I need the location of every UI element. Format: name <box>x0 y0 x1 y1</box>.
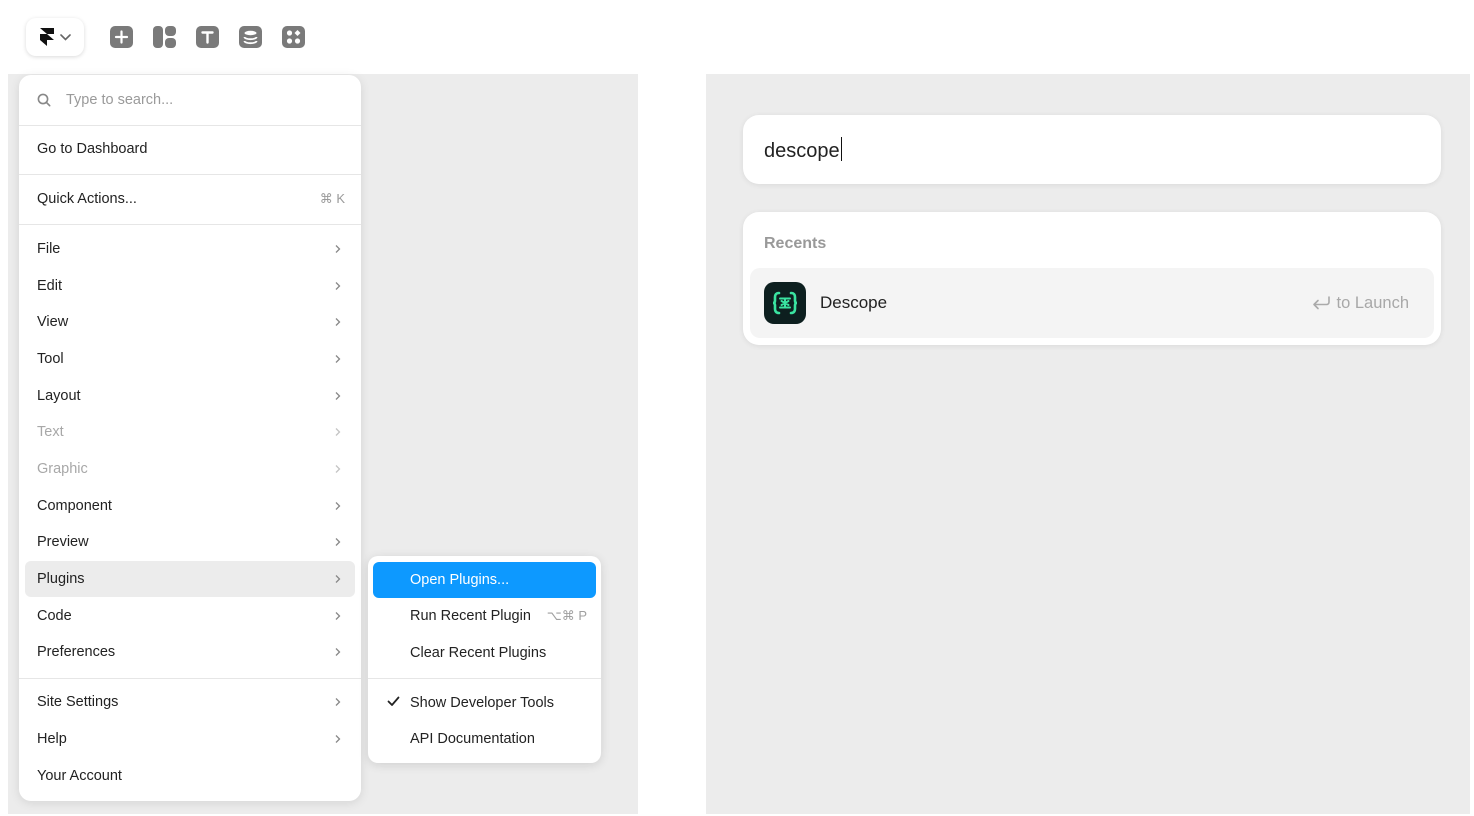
chevron-right-icon <box>335 502 341 510</box>
menu-item-code[interactable]: Code <box>25 598 355 634</box>
text-caret <box>840 136 843 161</box>
insert-icon[interactable] <box>110 26 133 48</box>
text-icon[interactable] <box>196 26 219 48</box>
menu-item-label: Code <box>37 608 72 624</box>
plugin-result-descope[interactable]: Descope to Launch <box>750 268 1434 338</box>
submenu-item-label: Clear Recent Plugins <box>410 645 547 661</box>
menu-item-go-to-dashboard[interactable]: Go to Dashboard <box>25 131 355 167</box>
framer-menu-button[interactable] <box>26 18 84 56</box>
menu-item-label: File <box>37 241 61 257</box>
chevron-right-icon <box>335 355 341 363</box>
launch-hint: to Launch <box>1311 294 1409 313</box>
submenu-item-show-developer-tools[interactable]: Show Developer Tools <box>373 685 596 721</box>
menu-item-quick-actions[interactable]: Quick Actions... ⌘ K <box>25 181 355 217</box>
menu-search-input[interactable] <box>64 91 328 109</box>
menu-item-your-account[interactable]: Your Account <box>25 758 355 794</box>
chevron-right-icon <box>335 735 341 743</box>
plugins-submenu: Open Plugins... Run Recent Plugin ⌥⌘ P C… <box>368 556 601 763</box>
menu-item-label: Tool <box>37 351 64 367</box>
framer-logo-icon <box>39 28 54 46</box>
chevron-right-icon <box>335 698 341 706</box>
canvas-area-right <box>706 74 1470 814</box>
menu-divider <box>19 174 361 175</box>
descope-app-icon <box>764 282 806 324</box>
menu-item-graphic: Graphic <box>25 451 355 487</box>
submenu-item-run-recent-plugin[interactable]: Run Recent Plugin ⌥⌘ P <box>373 598 596 634</box>
menu-item-label: Component <box>37 498 112 514</box>
plugin-search-field[interactable]: descope <box>743 115 1441 184</box>
chevron-down-icon <box>59 33 71 41</box>
menu-item-label: Layout <box>37 388 81 404</box>
menu-search <box>19 75 361 126</box>
return-key-icon <box>1312 296 1330 310</box>
menu-item-tool[interactable]: Tool <box>25 341 355 377</box>
chevron-right-icon <box>335 282 341 290</box>
menu-item-label: Quick Actions... <box>37 191 137 207</box>
layout-icon[interactable] <box>153 26 176 48</box>
menu-item-label: Edit <box>37 278 62 294</box>
chevron-right-icon <box>335 245 341 253</box>
menu-item-file[interactable]: File <box>25 231 355 267</box>
menu-divider <box>19 678 361 679</box>
menu-item-site-settings[interactable]: Site Settings <box>25 684 355 720</box>
checkmark-icon <box>387 696 400 706</box>
menu-item-label: Site Settings <box>37 694 119 710</box>
menu-item-layout[interactable]: Layout <box>25 378 355 414</box>
menu-item-preview[interactable]: Preview <box>25 524 355 560</box>
chevron-right-icon <box>335 612 341 620</box>
menu-item-label: Help <box>37 731 67 747</box>
submenu-item-label: API Documentation <box>410 731 535 747</box>
plugin-result-name: Descope <box>820 293 888 312</box>
launch-hint-label: to Launch <box>1336 293 1409 312</box>
menu-item-label: Text <box>37 424 64 440</box>
recents-heading: Recents <box>764 235 827 252</box>
menu-item-label: Preview <box>37 534 89 550</box>
search-icon <box>37 93 51 107</box>
chevron-right-icon <box>335 392 341 400</box>
menu-item-label: Your Account <box>37 768 122 784</box>
menu-item-label: Preferences <box>37 644 116 660</box>
assets-icon[interactable] <box>282 26 305 48</box>
menu-item-label: View <box>37 314 69 330</box>
shortcut-label: ⌘ K <box>319 191 345 206</box>
menu-item-label: Plugins <box>37 571 85 587</box>
plugin-search-value: descope <box>764 136 843 163</box>
plugin-results-panel: Recents Descope to Launch <box>743 212 1441 345</box>
chevron-right-icon <box>335 538 341 546</box>
submenu-item-label: Open Plugins... <box>410 572 510 588</box>
menu-item-edit[interactable]: Edit <box>25 268 355 304</box>
shortcut-label: ⌥⌘ P <box>546 608 587 623</box>
chevron-right-icon <box>335 648 341 656</box>
menu-item-label: Graphic <box>37 461 88 477</box>
menu-item-label: Go to Dashboard <box>37 141 148 157</box>
submenu-item-api-documentation[interactable]: API Documentation <box>373 721 596 757</box>
main-menu: Go to Dashboard Quick Actions... ⌘ K Fil… <box>19 75 361 801</box>
chevron-right-icon <box>335 575 341 583</box>
menu-item-help[interactable]: Help <box>25 721 355 757</box>
menu-item-component[interactable]: Component <box>25 488 355 524</box>
chevron-right-icon <box>335 318 341 326</box>
submenu-divider <box>368 678 601 679</box>
chevron-right-icon <box>335 428 341 436</box>
menu-divider <box>19 224 361 225</box>
top-toolbar <box>0 0 1474 72</box>
submenu-item-open-plugins[interactable]: Open Plugins... <box>373 562 596 598</box>
menu-item-view[interactable]: View <box>25 304 355 340</box>
cms-icon[interactable] <box>239 26 262 48</box>
menu-item-text: Text <box>25 414 355 450</box>
submenu-item-clear-recent-plugins[interactable]: Clear Recent Plugins <box>373 635 596 671</box>
chevron-right-icon <box>335 465 341 473</box>
submenu-item-label: Show Developer Tools <box>410 695 555 711</box>
submenu-item-label: Run Recent Plugin <box>410 608 531 624</box>
menu-item-plugins[interactable]: Plugins <box>25 561 355 597</box>
menu-item-preferences[interactable]: Preferences <box>25 634 355 670</box>
